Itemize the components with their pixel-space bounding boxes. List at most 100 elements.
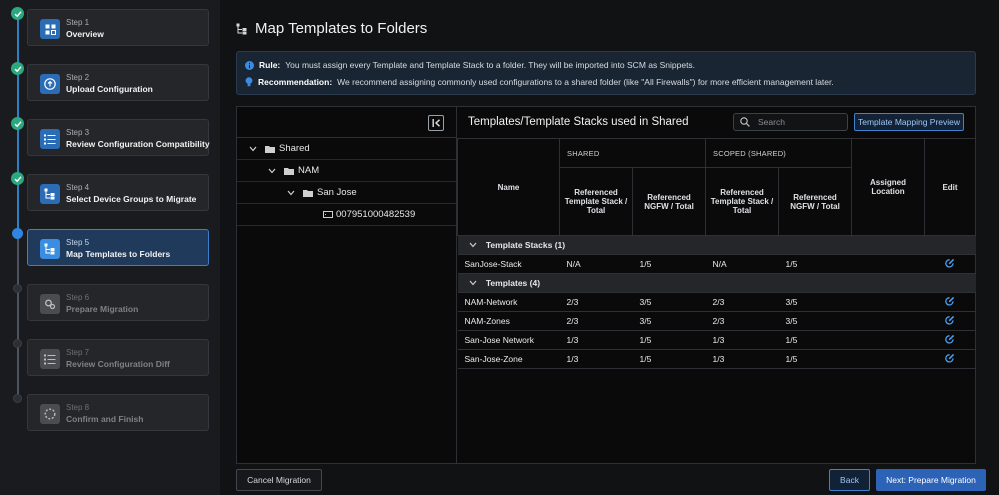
chevron-down-icon[interactable] <box>469 280 477 286</box>
column-group-scoped: SCOPED (SHARED) <box>704 138 853 168</box>
column-header-assigned-location: Assigned Location <box>851 138 926 236</box>
step-title: Prepare Migration <box>66 304 139 314</box>
cell-scoped-ngfw: 3/5 <box>778 292 852 312</box>
section-label: Template Stacks (1) <box>485 240 566 250</box>
cell-shared-template: N/A <box>559 254 633 274</box>
chevron-down-icon[interactable] <box>268 168 276 174</box>
table-row[interactable]: San-Jose Network 1/3 1/5 1/3 1/5 <box>457 330 976 350</box>
cell-assigned-location <box>851 254 925 274</box>
step-2-card[interactable]: Step 2 Upload Configuration <box>27 64 209 101</box>
edit-icon[interactable] <box>945 334 955 344</box>
row-name: San-Jose-Zone <box>457 349 560 369</box>
column-header-scoped-ref-ngfw: Referenced NGFW / Total <box>777 167 853 236</box>
search-input[interactable] <box>758 117 838 127</box>
step-1-card[interactable]: Step 1 Overview <box>27 9 209 46</box>
edit-icon[interactable] <box>945 353 955 363</box>
cell-shared-ngfw: 1/5 <box>632 349 706 369</box>
edit-icon[interactable] <box>945 296 955 306</box>
cell-edit <box>924 330 976 350</box>
step-5-card[interactable]: Step 5 Map Templates to Folders <box>27 229 209 266</box>
template-mapping-preview-button[interactable]: Template Mapping Preview <box>854 113 964 131</box>
column-header-shared-ref-template: Referenced Template Stack / Total <box>559 167 633 236</box>
chevron-down-icon[interactable] <box>469 242 477 248</box>
step-1-check-icon <box>11 7 24 20</box>
row-name: SanJose-Stack <box>457 254 560 274</box>
column-group-shared: SHARED <box>559 138 706 168</box>
collapse-tree-button[interactable] <box>428 115 444 131</box>
cell-shared-template: 1/3 <box>559 349 633 369</box>
tree-node-nam[interactable]: NAM <box>237 160 456 182</box>
cell-shared-template: 1/3 <box>559 330 633 350</box>
tree-node-san-jose[interactable]: San Jose <box>237 182 456 204</box>
rule-text: You must assign every Template and Templ… <box>285 60 696 70</box>
recommendation-label: Recommendation: <box>258 77 333 87</box>
step-4-check-icon <box>11 172 24 185</box>
next-prepare-migration-button[interactable]: Next: Prepare Migration <box>876 469 986 491</box>
back-button[interactable]: Back <box>829 469 870 491</box>
cancel-migration-button[interactable]: Cancel Migration <box>236 469 322 491</box>
tree-node-device[interactable]: 007951000482539 <box>237 204 456 226</box>
step-number: Step 1 <box>66 18 90 27</box>
info-banner: Rule: You must assign every Template and… <box>236 51 976 95</box>
main-content: Map Templates to Folders Rule: You must … <box>220 0 999 495</box>
step-number: Step 3 <box>66 128 90 137</box>
section-label: Templates (4) <box>485 278 541 288</box>
map-templates-icon <box>236 23 247 34</box>
step-number: Step 8 <box>66 403 90 412</box>
section-row-template-stacks[interactable]: Template Stacks (1) <box>457 235 976 255</box>
step-5-current-dot <box>12 228 23 239</box>
rule-line: Rule: You must assign every Template and… <box>245 60 695 70</box>
cell-scoped-template: 2/3 <box>705 311 779 331</box>
folder-icon <box>303 189 313 197</box>
page-title-text: Map Templates to Folders <box>255 20 428 37</box>
edit-icon[interactable] <box>945 258 955 268</box>
step-8-dot <box>13 394 22 403</box>
step-2-check-icon <box>11 62 24 75</box>
tree-node-shared[interactable]: Shared <box>237 138 456 160</box>
upload-icon <box>40 74 60 94</box>
step-6-dot <box>13 284 22 293</box>
cell-edit <box>924 349 976 369</box>
table-row[interactable]: San-Jose-Zone 1/3 1/5 1/3 1/5 <box>457 349 976 369</box>
table-row[interactable]: NAM-Network 2/3 3/5 2/3 3/5 <box>457 292 976 312</box>
cell-edit <box>924 311 976 331</box>
step-title: Map Templates to Folders <box>66 249 171 259</box>
tree-node-label: Shared <box>279 143 310 154</box>
step-title: Upload Configuration <box>66 84 153 94</box>
row-name: San-Jose Network <box>457 330 560 350</box>
cell-shared-ngfw: 3/5 <box>632 292 706 312</box>
column-header-scoped-ref-template: Referenced Template Stack / Total <box>705 167 779 236</box>
search-box[interactable] <box>733 113 848 131</box>
cell-scoped-ngfw: 1/5 <box>778 330 852 350</box>
overview-icon <box>40 19 60 39</box>
cell-scoped-ngfw: 1/5 <box>778 349 852 369</box>
table-row[interactable]: NAM-Zones 2/3 3/5 2/3 3/5 <box>457 311 976 331</box>
cell-edit <box>924 254 976 274</box>
checklist-icon <box>40 129 60 149</box>
step-4-card[interactable]: Step 4 Select Device Groups to Migrate <box>27 174 209 211</box>
row-name: NAM-Zones <box>457 311 560 331</box>
section-row-templates[interactable]: Templates (4) <box>457 273 976 293</box>
collapse-left-icon <box>432 119 440 127</box>
templates-grid: Templates/Template Stacks used in Shared… <box>457 107 977 463</box>
column-header-name: Name <box>457 138 560 236</box>
chevron-down-icon[interactable] <box>249 146 257 152</box>
cell-scoped-template: 1/3 <box>705 330 779 350</box>
folder-icon <box>265 145 275 153</box>
folder-tree: Shared NAM San Jose 007951000482539 <box>237 107 457 463</box>
cell-shared-ngfw: 3/5 <box>632 311 706 331</box>
chevron-down-icon[interactable] <box>287 190 295 196</box>
step-number: Step 4 <box>66 183 90 192</box>
step-8-card: Step 8 Confirm and Finish <box>27 394 209 431</box>
table-row[interactable]: SanJose-Stack N/A 1/5 N/A 1/5 <box>457 254 976 274</box>
cell-shared-ngfw: 1/5 <box>632 254 706 274</box>
step-title: Select Device Groups to Migrate <box>66 194 197 204</box>
cell-scoped-template: 1/3 <box>705 349 779 369</box>
templates-table: Name SHARED SCOPED (SHARED) Assigned Loc… <box>457 138 977 369</box>
step-3-card[interactable]: Step 3 Review Configuration Compatibilit… <box>27 119 210 156</box>
edit-icon[interactable] <box>945 315 955 325</box>
step-title: Review Configuration Diff <box>66 359 170 369</box>
column-header-edit: Edit <box>924 138 977 236</box>
step-6-card: Step 6 Prepare Migration <box>27 284 209 321</box>
gears-icon <box>40 294 60 314</box>
